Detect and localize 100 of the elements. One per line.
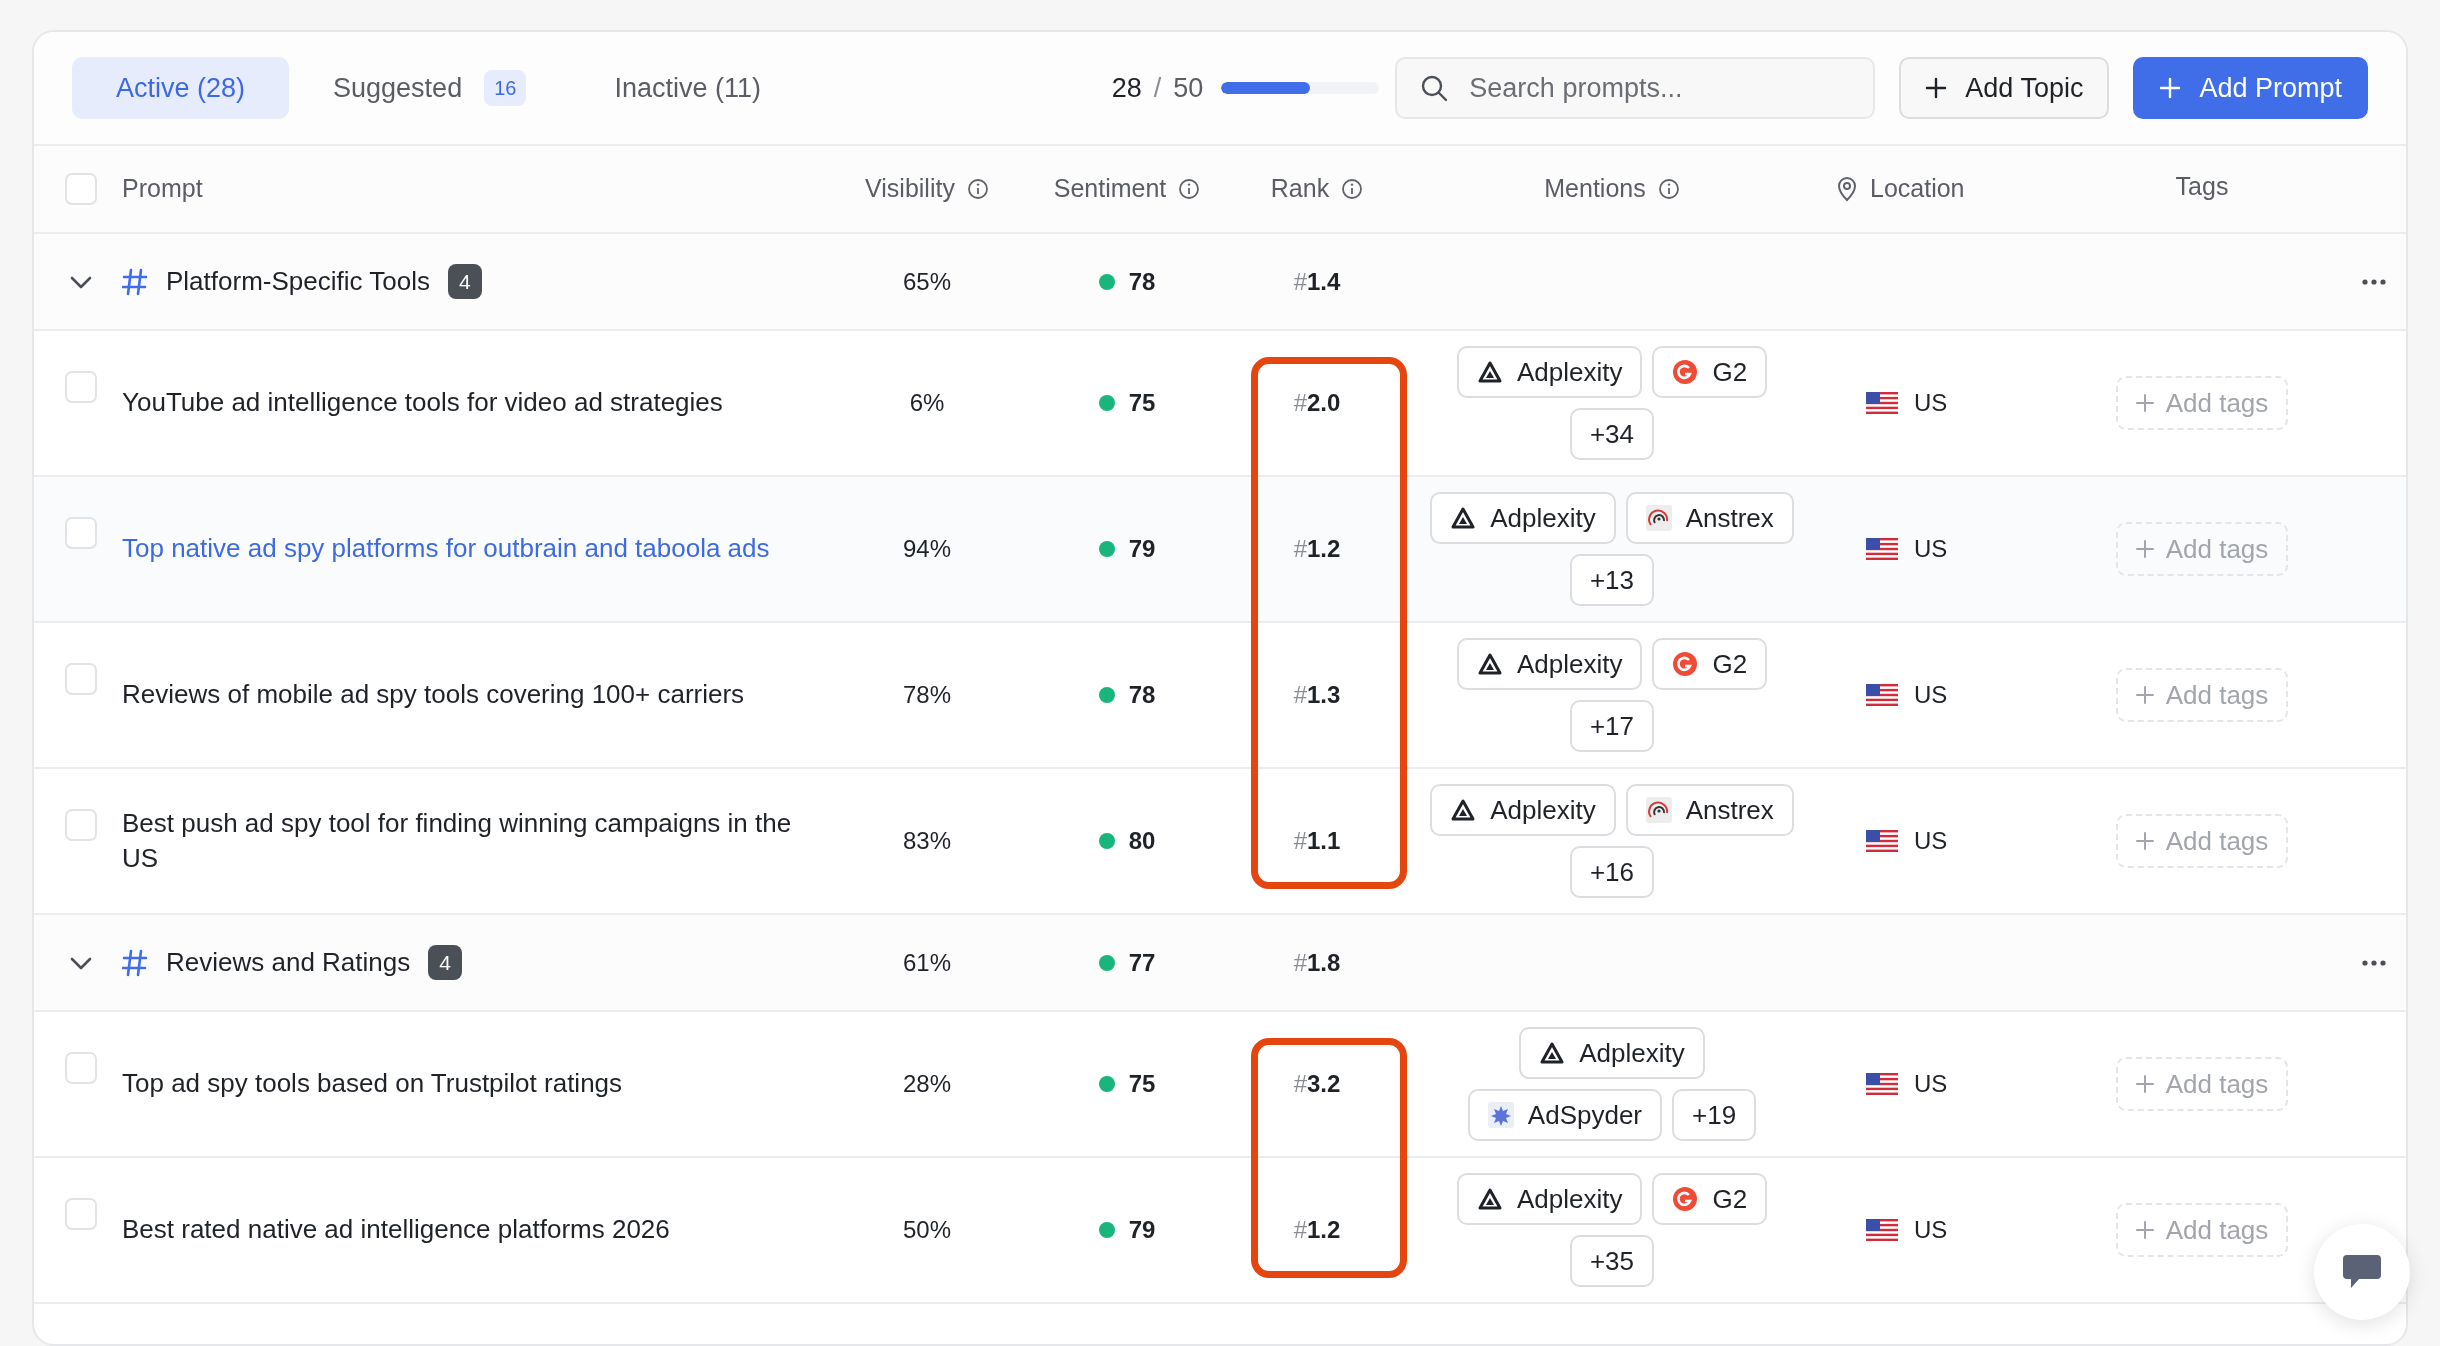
separator: / (1153, 71, 1162, 105)
mention-chip[interactable]: Adplexity (1430, 492, 1616, 544)
visibility-value: 94% (901, 534, 952, 564)
hashtag-icon (122, 948, 148, 977)
spiral-logo-icon (1645, 797, 1672, 823)
more-mentions-chip[interactable]: +17 (1569, 700, 1655, 752)
hashtag-icon (122, 267, 148, 296)
topic-name: Reviews and Ratings (166, 946, 411, 979)
info-icon (966, 178, 989, 200)
rank-value: #1.2 (1293, 535, 1341, 562)
plus-icon (2135, 540, 2154, 558)
triangle-logo-icon (1539, 1041, 1566, 1065)
sentiment-score: 75 (1128, 1069, 1156, 1099)
prompt-text: Reviews of mobile ad spy tools covering 100+ carriers (122, 678, 746, 712)
mention-chip[interactable]: Adplexity (1456, 638, 1643, 690)
mention-chip[interactable]: Adplexity (1430, 784, 1616, 836)
checkbox[interactable] (65, 371, 97, 403)
checkbox[interactable] (65, 1198, 97, 1230)
checkbox[interactable] (65, 663, 97, 695)
sentiment-score: 75 (1128, 388, 1156, 418)
location-text: US (1914, 680, 1948, 710)
usage-count: 28 (1111, 71, 1142, 105)
more-mentions-chip[interactable]: +19 (1672, 1089, 1757, 1141)
column-header: Rank (1270, 173, 1330, 205)
location-text: US (1914, 1215, 1948, 1245)
location-text: US (1914, 1069, 1948, 1099)
g2-logo-icon (1672, 359, 1699, 385)
rank-value: #1.4 (1293, 267, 1341, 295)
visibility-value: 61% (901, 947, 952, 978)
column-header: Location (1870, 173, 1965, 205)
mention-chip[interactable]: Adplexity (1456, 346, 1643, 398)
column-header: Visibility (865, 173, 955, 205)
plus-icon (2135, 1075, 2154, 1093)
prompt-link[interactable]: Top native ad spy platforms for outbrain and taboola ads (122, 531, 832, 567)
add-prompt-button[interactable]: Add Prompt (2133, 57, 2368, 119)
triangle-logo-icon (1450, 798, 1477, 822)
visibility-value: 78% (901, 680, 952, 710)
mention-chip[interactable]: Anstrex (1625, 784, 1794, 836)
tab[interactable]: Active (28) (72, 57, 290, 119)
column-header: Tags (2175, 171, 2229, 203)
info-icon (1178, 178, 1201, 200)
topic-name: Platform-Specific Tools (166, 265, 430, 298)
plus-icon (2135, 1221, 2154, 1239)
mention-chip[interactable]: Anstrex (1625, 492, 1794, 544)
sentiment-score: 79 (1128, 1215, 1156, 1245)
tab[interactable]: Inactive (11) (570, 57, 805, 119)
prompt-text: Best push ad spy tool for finding winning campaigns in the US (122, 806, 793, 875)
more-options-icon[interactable] (2361, 277, 2387, 286)
prompt-text: Top ad spy tools based on Trustpilot ratings (122, 1067, 624, 1101)
triangle-logo-icon (1476, 652, 1503, 676)
info-icon (1341, 178, 1364, 200)
search-icon (1419, 73, 1450, 103)
plus-icon (1925, 77, 1948, 99)
us-flag-icon (1866, 538, 1898, 560)
usage-limit: 50 (1173, 71, 1204, 105)
visibility-value: 6% (908, 388, 946, 418)
plus-icon (2135, 832, 2154, 850)
prompt-text: YouTube ad intelligence tools for video ad strategies (122, 386, 724, 420)
spiral-logo-icon (1645, 505, 1672, 531)
visibility-value: 28% (901, 1069, 952, 1099)
count-badge: 16 (484, 70, 527, 106)
mention-chip[interactable]: AdSpyder (1467, 1089, 1663, 1141)
count-badge: 4 (447, 263, 482, 300)
plus-icon (2159, 77, 2182, 99)
rank-value: #1.1 (1293, 827, 1341, 854)
mention-chip[interactable]: G2 (1652, 346, 1768, 398)
prompt-text: Best rated native ad intelligence platforms 2026 (122, 1213, 671, 1247)
mention-chip[interactable]: Adplexity (1519, 1027, 1705, 1079)
location-text: US (1914, 388, 1948, 418)
checkbox[interactable] (65, 517, 97, 549)
column-header: Prompt (122, 173, 203, 205)
triangle-logo-icon (1476, 1187, 1503, 1211)
mention-chip[interactable]: G2 (1652, 1173, 1768, 1225)
sentiment-score: 78 (1128, 266, 1156, 297)
checkbox[interactable] (65, 809, 97, 841)
plus-icon (2135, 686, 2154, 704)
more-mentions-chip[interactable]: +16 (1569, 846, 1655, 898)
more-mentions-chip[interactable]: +34 (1569, 408, 1655, 460)
mention-chip[interactable]: Adplexity (1456, 1173, 1643, 1225)
more-options-icon[interactable] (2361, 958, 2387, 967)
more-mentions-chip[interactable]: +35 (1569, 1235, 1655, 1287)
checkbox[interactable] (65, 173, 97, 205)
us-flag-icon (1866, 392, 1898, 414)
column-header: Mentions (1544, 173, 1646, 205)
sentiment-score: 79 (1128, 534, 1156, 564)
rank-value: #3.2 (1293, 1070, 1341, 1097)
tab[interactable]: Suggested 16 (289, 57, 571, 119)
rank-value: #1.8 (1293, 948, 1341, 976)
more-mentions-chip[interactable]: +13 (1569, 554, 1655, 606)
us-flag-icon (1866, 830, 1898, 852)
mention-chip[interactable]: G2 (1652, 638, 1768, 690)
triangle-logo-icon (1450, 506, 1477, 530)
count-badge: 4 (428, 944, 462, 981)
us-flag-icon (1866, 684, 1898, 706)
star-logo-icon (1487, 1102, 1514, 1128)
add-topic-button[interactable]: Add Topic (1899, 57, 2110, 119)
column-header: Sentiment (1053, 173, 1167, 205)
search-field[interactable]: Search prompts... (1395, 57, 1876, 119)
checkbox[interactable] (65, 1052, 97, 1084)
us-flag-icon (1866, 1073, 1898, 1095)
